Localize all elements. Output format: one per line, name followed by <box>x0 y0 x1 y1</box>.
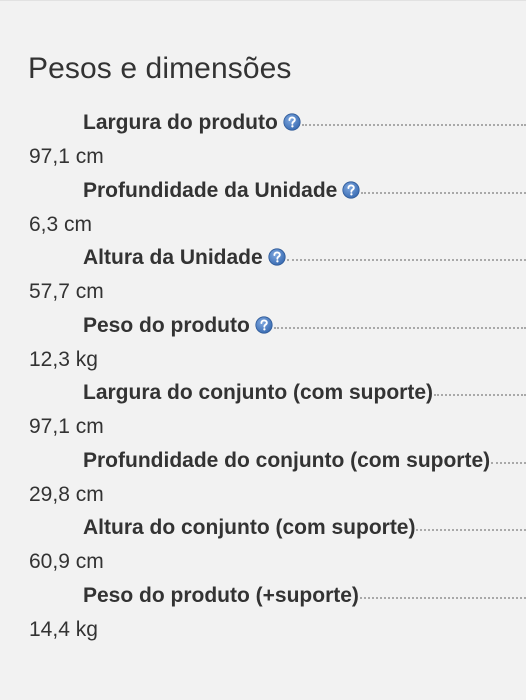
spec-name-line: Largura do conjunto (com suporte) <box>83 378 526 408</box>
spec-value: 29,8 cm <box>29 482 104 506</box>
dotted-leader <box>491 461 526 464</box>
spec-value: 12,3 kg <box>29 347 98 371</box>
spec-label: Largura do produto <box>83 111 278 134</box>
dotted-leader <box>359 596 526 599</box>
spec-list: Largura do produto 97,1 cm Profundidade … <box>0 104 526 644</box>
dotted-leader <box>416 528 526 531</box>
spec-label: Peso do produto (+suporte) <box>83 583 359 607</box>
spec-row-largura-produto: Largura do produto 97,1 cm <box>0 104 526 172</box>
dotted-leader <box>286 258 526 261</box>
dotted-leader <box>434 393 526 396</box>
spec-value: 6,3 cm <box>29 212 93 236</box>
spec-row-profundidade-unidade: Profundidade da Unidade 6,3 cm <box>0 172 526 240</box>
spec-label: Altura da Unidade <box>83 246 263 269</box>
spec-row-profundidade-conjunto: Profundidade do conjunto (com suporte) 2… <box>0 442 526 510</box>
spec-name-line: Profundidade da Unidade <box>83 176 526 206</box>
help-icon[interactable] <box>283 113 301 131</box>
spec-row-altura-unidade: Altura da Unidade 57,7 cm <box>0 239 526 307</box>
help-icon[interactable] <box>342 180 360 199</box>
spec-name-line: Profundidade do conjunto (com suporte) <box>83 446 526 476</box>
top-divider <box>0 0 526 1</box>
spec-name-line: Altura da Unidade <box>83 243 526 273</box>
spec-name-line: Largura do produto <box>83 108 526 138</box>
spec-row-largura-conjunto: Largura do conjunto (com suporte) 97,1 c… <box>0 374 526 442</box>
help-icon[interactable] <box>268 248 286 266</box>
spec-name-line: Peso do produto (+suporte) <box>83 581 526 611</box>
dotted-leader <box>273 326 526 329</box>
spec-value: 97,1 cm <box>29 145 104 168</box>
spec-name-line: Peso do produto <box>83 311 526 341</box>
spec-value: 60,9 cm <box>29 550 104 573</box>
section-title: Pesos e dimensões <box>28 52 292 85</box>
spec-label: Profundidade da Unidade <box>83 178 338 202</box>
spec-row-peso-produto: Peso do produto 12,3 kg <box>0 307 526 375</box>
spec-name-line: Altura do conjunto (com suporte) <box>83 513 526 543</box>
help-icon[interactable] <box>255 315 273 334</box>
spec-label: Altura do conjunto (com suporte) <box>83 516 416 539</box>
spec-label: Profundidade do conjunto (com suporte) <box>83 448 491 472</box>
spec-label: Peso do produto <box>83 313 250 337</box>
dotted-leader <box>301 123 526 126</box>
spec-row-altura-conjunto: Altura do conjunto (com suporte) 60,9 cm <box>0 509 526 577</box>
dotted-leader <box>361 191 526 194</box>
spec-value: 14,4 kg <box>29 617 98 641</box>
spec-value: 57,7 cm <box>29 280 104 303</box>
spec-label: Largura do conjunto (com suporte) <box>83 381 433 404</box>
spec-value: 97,1 cm <box>29 415 104 438</box>
spec-row-peso-suporte: Peso do produto (+suporte) 14,4 kg <box>0 577 526 645</box>
